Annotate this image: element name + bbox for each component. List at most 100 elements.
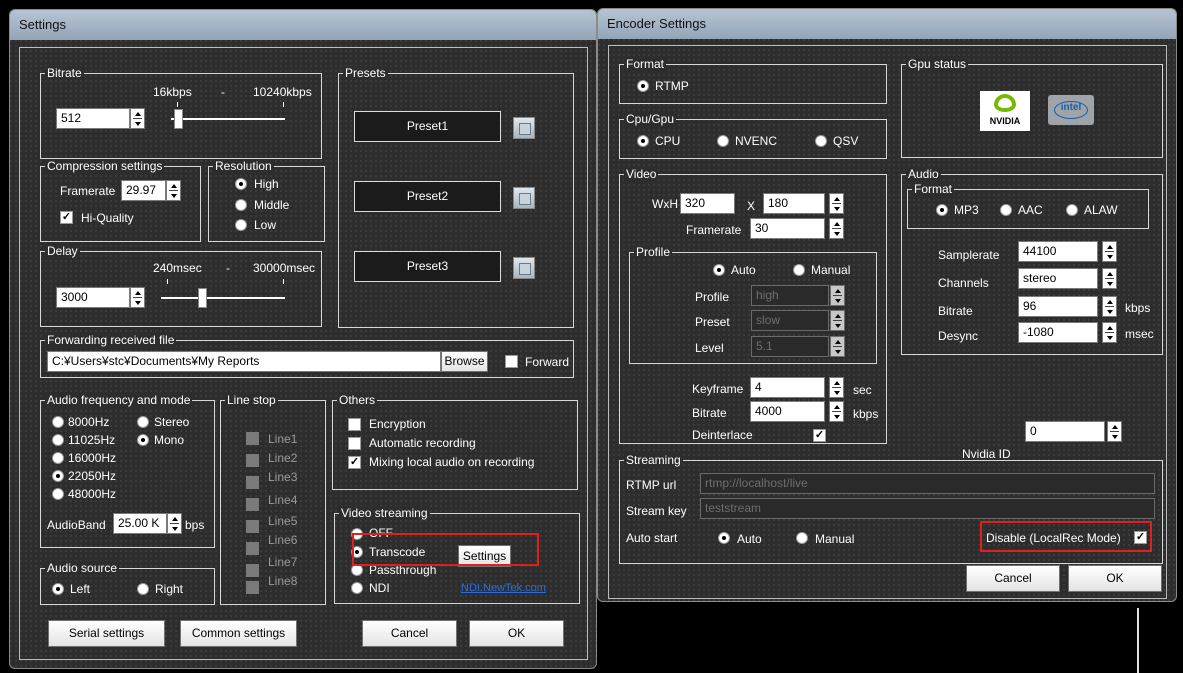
encryption-checkbox[interactable] xyxy=(348,418,361,431)
audio-bitrate-spinner[interactable] xyxy=(1102,296,1117,317)
bitrate-slider-track[interactable] xyxy=(171,118,285,120)
level-input[interactable]: 5.1 xyxy=(751,336,829,357)
desync-input[interactable]: -1080 xyxy=(1018,322,1098,343)
delay-slider-track[interactable] xyxy=(161,297,285,299)
mixing-local-audio-checkbox[interactable]: ✓ xyxy=(348,456,361,469)
line6-checkbox[interactable] xyxy=(246,542,259,555)
encoder-cancel-button[interactable]: Cancel xyxy=(966,565,1060,592)
mode-mono-radio[interactable] xyxy=(137,434,149,446)
line7-checkbox[interactable] xyxy=(246,564,259,577)
rtmp-url-input[interactable]: rtmp://localhost/live xyxy=(700,473,1155,494)
browse-button[interactable]: Browse xyxy=(441,351,488,372)
delay-spinner[interactable] xyxy=(130,287,145,308)
profile-spinner[interactable] xyxy=(830,285,845,306)
video-bitrate-input[interactable]: 4000 xyxy=(750,401,825,422)
common-settings-button[interactable]: Common settings xyxy=(180,620,297,647)
bitrate-input[interactable]: 512 xyxy=(56,108,130,129)
width-input[interactable]: 320 xyxy=(680,193,735,214)
video-framerate-input[interactable]: 30 xyxy=(750,218,825,239)
bitrate-spinner[interactable] xyxy=(130,108,145,129)
profile-manual-radio[interactable] xyxy=(793,264,805,276)
encoder-titlebar[interactable]: Encoder Settings xyxy=(598,9,1176,39)
preset3-save-icon[interactable] xyxy=(513,257,535,279)
profile-input[interactable]: high xyxy=(751,285,829,306)
settings-titlebar[interactable]: Settings xyxy=(10,10,596,40)
freq-48000-radio[interactable] xyxy=(52,488,64,500)
alaw-radio[interactable] xyxy=(1066,204,1078,216)
settings-ok-button[interactable]: OK xyxy=(469,620,564,647)
aac-radio[interactable] xyxy=(1000,204,1012,216)
resolution-low-radio[interactable] xyxy=(235,219,247,231)
preset2-save-icon[interactable] xyxy=(513,187,535,209)
audioband-unit: bps xyxy=(185,518,205,532)
samplerate-spinner[interactable] xyxy=(1102,241,1117,262)
delay-slider-thumb[interactable] xyxy=(198,288,207,308)
preset1-button[interactable]: Preset1 xyxy=(354,111,501,142)
desync-spinner[interactable] xyxy=(1102,322,1117,343)
automatic-recording-label: Automatic recording xyxy=(369,436,476,450)
freq-8000-radio[interactable] xyxy=(52,416,64,428)
line8-checkbox[interactable] xyxy=(246,581,259,594)
framerate-input[interactable]: 29.97 xyxy=(121,180,166,201)
delay-input[interactable]: 3000 xyxy=(56,287,130,308)
autostart-manual-radio[interactable] xyxy=(796,532,808,544)
level-spinner[interactable] xyxy=(830,336,845,357)
freq-22050-radio[interactable] xyxy=(52,470,64,482)
preset3-button[interactable]: Preset3 xyxy=(354,251,501,282)
preset-input[interactable]: slow xyxy=(751,310,829,331)
resolution-high-radio[interactable] xyxy=(235,178,247,190)
channels-input[interactable]: stereo xyxy=(1018,268,1098,289)
audioband-spinner[interactable] xyxy=(167,513,182,534)
forwarding-path-input[interactable]: C:¥Users¥stc¥Documents¥My Reports xyxy=(47,351,441,372)
nvidia-id-spinner[interactable] xyxy=(1107,421,1122,442)
line5-checkbox[interactable] xyxy=(246,520,259,533)
line1-checkbox[interactable] xyxy=(246,432,259,445)
line4-checkbox[interactable] xyxy=(246,498,259,511)
deinterlace-checkbox[interactable]: ✓ xyxy=(813,429,826,442)
source-right-radio[interactable] xyxy=(137,583,149,595)
framerate-spinner[interactable] xyxy=(166,180,181,201)
preset-spinner[interactable] xyxy=(830,310,845,331)
automatic-recording-checkbox[interactable] xyxy=(348,437,361,450)
encoder-client: Format RTMP Cpu/Gpu CPU NVENC QSV Gpu st… xyxy=(608,45,1167,599)
samplerate-input[interactable]: 44100 xyxy=(1018,241,1098,262)
freq-11025-radio[interactable] xyxy=(52,434,64,446)
channels-spinner[interactable] xyxy=(1102,268,1117,289)
audioband-input[interactable]: 25.00 K xyxy=(113,513,167,534)
resolution-middle-radio[interactable] xyxy=(235,199,247,211)
ndi-link[interactable]: NDI.NewTek.com xyxy=(461,582,546,594)
forwarding-group-label: Forwarding received file xyxy=(45,333,177,347)
stream-key-input[interactable]: teststream xyxy=(700,498,1155,519)
serial-settings-button[interactable]: Serial settings xyxy=(48,620,165,647)
nvenc-radio[interactable] xyxy=(717,135,729,147)
profile-auto-radio[interactable] xyxy=(713,264,725,276)
video-framerate-spinner[interactable] xyxy=(829,218,844,239)
mp3-radio[interactable] xyxy=(936,204,948,216)
video-bitrate-spinner[interactable] xyxy=(829,401,844,422)
preset1-save-icon[interactable] xyxy=(513,117,535,139)
source-left-radio[interactable] xyxy=(52,583,64,595)
format-rtmp-radio[interactable] xyxy=(637,80,649,92)
height-input[interactable]: 180 xyxy=(763,193,825,214)
cpu-radio[interactable] xyxy=(637,135,649,147)
nvidia-id-input[interactable]: 0 xyxy=(1025,421,1105,442)
bitrate-slider-thumb[interactable] xyxy=(174,109,183,129)
qsv-radio[interactable] xyxy=(815,135,827,147)
autostart-manual-label: Manual xyxy=(815,532,855,546)
settings-cancel-button[interactable]: Cancel xyxy=(362,620,457,647)
autostart-auto-radio[interactable] xyxy=(718,532,730,544)
preset2-button[interactable]: Preset2 xyxy=(354,181,501,212)
line2-checkbox[interactable] xyxy=(246,454,259,467)
freq-16000-radio[interactable] xyxy=(52,452,64,464)
audio-bitrate-input[interactable]: 96 xyxy=(1018,296,1098,317)
stream-ndi-radio[interactable] xyxy=(351,582,363,594)
line3-checkbox[interactable] xyxy=(246,476,259,489)
encoder-ok-button[interactable]: OK xyxy=(1068,565,1162,592)
mode-stereo-radio[interactable] xyxy=(137,416,149,428)
hiquality-checkbox[interactable]: ✓ xyxy=(60,211,73,224)
height-spinner[interactable] xyxy=(829,193,844,214)
compression-group-label: Compression settings xyxy=(45,159,165,173)
keyframe-input[interactable]: 4 xyxy=(750,377,825,398)
forward-checkbox[interactable] xyxy=(505,355,518,368)
keyframe-spinner[interactable] xyxy=(829,377,844,398)
